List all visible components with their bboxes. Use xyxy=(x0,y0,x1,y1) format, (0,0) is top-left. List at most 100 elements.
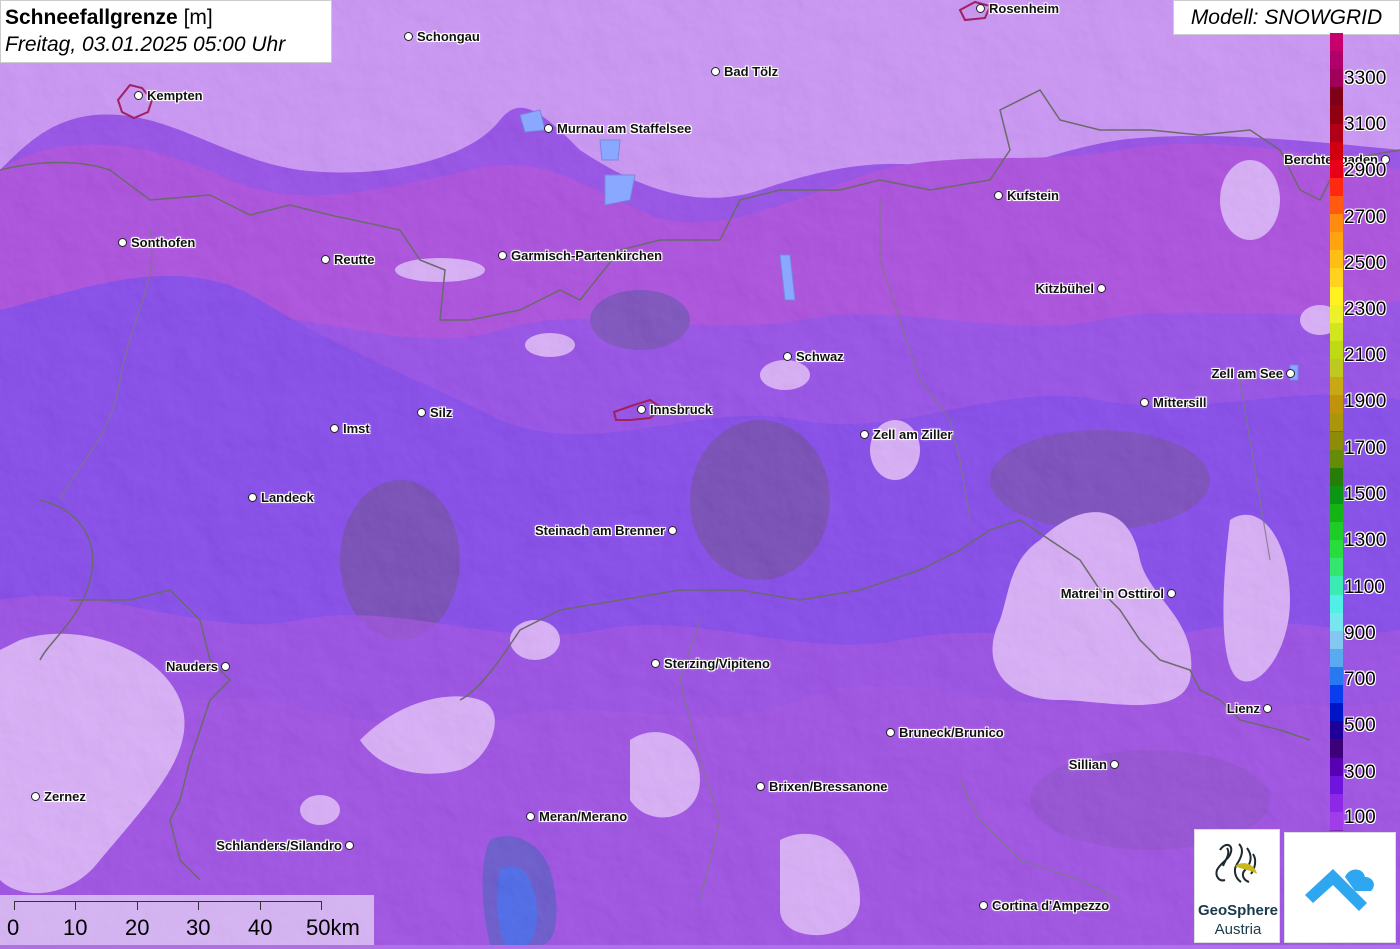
city-label: Kitzbühel xyxy=(1035,281,1095,296)
city-label: Garmisch-Partenkirchen xyxy=(511,248,663,263)
city-marker xyxy=(668,526,677,535)
legend-swatch xyxy=(1330,322,1343,342)
legend-label: 700 xyxy=(1344,669,1376,690)
legend-swatch xyxy=(1330,268,1343,288)
city-label: Meran/Merano xyxy=(539,809,628,824)
legend-label: 2700 xyxy=(1344,207,1387,228)
city-marker xyxy=(31,792,40,801)
legend-label: 3100 xyxy=(1344,114,1387,135)
legend-swatch xyxy=(1330,33,1343,53)
legend-swatch xyxy=(1330,413,1343,433)
city-label: Brixen/Bressanone xyxy=(769,779,888,794)
legend-swatch xyxy=(1330,558,1343,578)
city-label: Silz xyxy=(430,405,453,420)
city-label: Cortina d'Ampezzo xyxy=(992,898,1110,913)
city-label: Nauders xyxy=(165,659,218,674)
legend-label: 2500 xyxy=(1344,253,1387,274)
scale-label: 0 xyxy=(7,915,20,940)
snowfall-map[interactable] xyxy=(0,0,1400,945)
city-label: Schwaz xyxy=(796,349,844,364)
legend-swatch xyxy=(1330,431,1343,451)
legend-swatch xyxy=(1330,467,1343,487)
title-box: Schneefallgrenze [m] Freitag, 03.01.2025… xyxy=(0,0,332,63)
city-label: Steinach am Brenner xyxy=(534,523,665,538)
legend-label: 300 xyxy=(1344,762,1376,783)
city-marker xyxy=(221,662,230,671)
city-marker xyxy=(1286,369,1295,378)
city-label: Bruneck/Brunico xyxy=(899,725,1004,740)
legend-swatch xyxy=(1330,304,1343,324)
legend-swatch xyxy=(1330,105,1343,125)
city-marker xyxy=(345,841,354,850)
scale-label: 50km xyxy=(306,915,360,940)
city-label: Sonthofen xyxy=(131,235,196,250)
legend-label: 1100 xyxy=(1344,577,1385,598)
scale-tick xyxy=(321,901,322,910)
legend-swatch xyxy=(1330,612,1343,632)
scale-line xyxy=(14,901,322,902)
snow-cloud-icon xyxy=(1305,869,1374,911)
legend-label: 500 xyxy=(1344,715,1376,736)
scale-label: 10 xyxy=(63,915,88,940)
city-marker xyxy=(637,405,646,414)
legend-label: 1700 xyxy=(1344,438,1387,459)
scale-label: 30 xyxy=(186,915,211,940)
legend-swatch xyxy=(1330,739,1343,759)
scale-label: 20 xyxy=(125,915,150,940)
legend-swatch xyxy=(1330,793,1343,813)
legend-swatch xyxy=(1330,214,1343,234)
scale-tick xyxy=(198,901,199,910)
legend-swatch xyxy=(1330,540,1343,560)
city-label: Innsbruck xyxy=(650,402,713,417)
city-marker xyxy=(1263,704,1272,713)
legend-label: 2900 xyxy=(1344,160,1387,181)
legend-swatch xyxy=(1330,503,1343,524)
city-marker xyxy=(417,408,426,417)
scale-tick xyxy=(75,901,76,910)
terrain-relief xyxy=(0,0,1400,945)
city-marker xyxy=(321,255,330,264)
city-marker xyxy=(498,251,507,260)
app-logo[interactable] xyxy=(1284,832,1396,943)
geosphere-logo[interactable]: GeoSphere Austria xyxy=(1194,829,1280,943)
legend-swatch xyxy=(1330,340,1343,361)
legend-swatch xyxy=(1330,286,1343,306)
city-marker xyxy=(1140,398,1149,407)
city-label: Zernez xyxy=(44,789,86,804)
city-marker xyxy=(651,659,660,668)
legend-swatch xyxy=(1330,721,1343,741)
legend-label: 1500 xyxy=(1344,484,1387,505)
city-marker xyxy=(1110,760,1119,769)
legend-swatch xyxy=(1330,196,1343,216)
city-marker xyxy=(886,728,895,737)
scale-label: 40 xyxy=(248,915,273,940)
scale-bar: 0 10 20 30 40 50km xyxy=(0,895,374,945)
city-marker xyxy=(860,430,869,439)
map-unit: [m] xyxy=(183,6,213,29)
city-label: Schlanders/Silandro xyxy=(216,838,342,853)
city-label: Sillian xyxy=(1068,757,1107,772)
legend-label: 2100 xyxy=(1344,345,1387,366)
city-label: Matrei in Osttirol xyxy=(1060,586,1164,601)
city-label: Kempten xyxy=(147,88,203,103)
model-label: Modell: SNOWGRID xyxy=(1173,0,1400,35)
legend-swatch xyxy=(1330,685,1343,705)
city-label: Schongau xyxy=(417,29,480,44)
legend-swatch xyxy=(1330,522,1343,542)
legend-swatch xyxy=(1330,377,1343,397)
legend-label: 100 xyxy=(1344,807,1376,828)
city-label: Sterzing/Vipiteno xyxy=(664,656,770,671)
map-datetime: Freitag, 03.01.2025 05:00 Uhr xyxy=(5,33,286,56)
scale-tick xyxy=(14,901,15,910)
legend-swatch xyxy=(1330,123,1343,143)
legend-swatch xyxy=(1330,594,1343,614)
city-marker xyxy=(1097,284,1106,293)
legend-swatch xyxy=(1330,449,1343,469)
city-label: Imst xyxy=(343,421,370,436)
legend-swatch xyxy=(1330,395,1343,415)
city-label: Mittersill xyxy=(1153,395,1207,410)
legend-swatch xyxy=(1330,666,1343,687)
city-marker xyxy=(756,782,765,791)
city-marker xyxy=(404,32,413,41)
city-marker xyxy=(544,124,553,133)
